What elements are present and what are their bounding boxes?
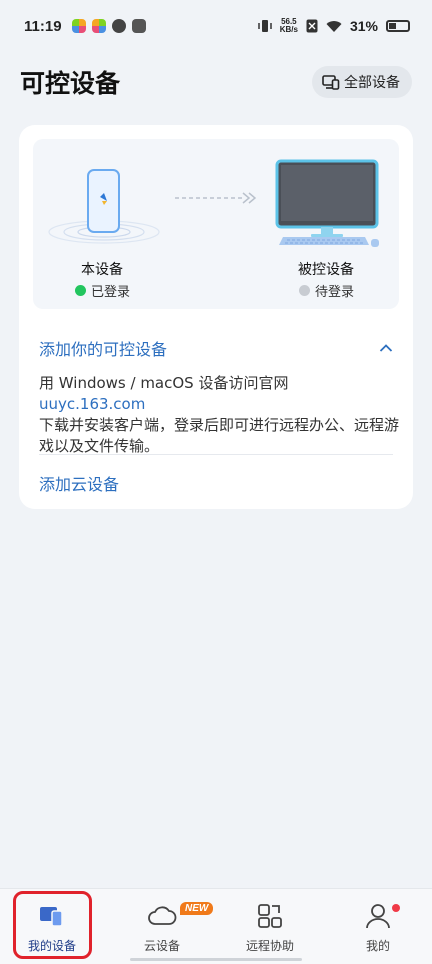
net-speed-unit: KB/s — [279, 25, 298, 34]
add-device-description: 用 Windows / macOS 设备访问官网 uuyc.163.com 下载… — [39, 373, 399, 457]
cloud-icon — [148, 906, 177, 925]
nav-label-remote-assist: 远程协助 — [245, 939, 294, 953]
remote-assist-icon — [258, 904, 282, 928]
chevron-up-icon[interactable] — [379, 343, 393, 353]
nav-label-cloud-devices: 云设备 — [143, 939, 180, 953]
controlled-device-label: 被控设备 — [298, 262, 354, 278]
sim-off-icon — [306, 19, 318, 33]
home-indicator — [130, 958, 302, 961]
this-device-label: 本设备 — [81, 262, 123, 278]
online-dot — [75, 285, 86, 296]
highlight-box — [13, 891, 92, 959]
this-device-status: 已登录 — [75, 281, 130, 300]
app-notification-icon — [91, 19, 106, 33]
controllable-devices-card: 本设备 已登录 被控设备 待登录 添加你的可控设备 用 Windows / ma… — [19, 125, 413, 509]
website-link[interactable]: uuyc.163.com — [39, 395, 145, 413]
add-controllable-device-toggle[interactable]: 添加你的可控设备 — [39, 335, 393, 361]
connection-illustration: 本设备 已登录 被控设备 待登录 — [33, 139, 399, 309]
vibrate-icon — [257, 20, 272, 32]
status-bar-left: 11:19 — [24, 18, 146, 35]
computer-illustration-icon — [275, 159, 379, 247]
controlled-device-status: 待登录 — [299, 281, 354, 300]
all-devices-label: 全部设备 — [344, 75, 400, 91]
message-app-icon — [131, 19, 146, 33]
devices-icon — [322, 75, 340, 90]
wifi-icon — [326, 20, 342, 32]
offline-dot — [299, 285, 310, 296]
nav-remote-assist[interactable]: 远程协助 — [230, 897, 310, 957]
notification-dot — [392, 904, 400, 912]
status-bar-right: 56.5 KB/s 31% — [257, 18, 410, 34]
description-text-continued: 下载并安装客户端，登录后即可进行远程办公、远程游戏以及文件传输。 — [39, 416, 400, 455]
status-time: 11:19 — [24, 17, 62, 35]
link-app-icon — [111, 19, 126, 33]
battery-icon — [386, 20, 410, 32]
all-devices-button[interactable]: 全部设备 — [312, 66, 412, 98]
nav-me[interactable]: 我的 — [338, 897, 418, 957]
add-controllable-device-title: 添加你的可控设备 — [39, 340, 168, 359]
connection-arrow-icon — [175, 192, 257, 204]
nav-label-me: 我的 — [365, 939, 390, 953]
phone-illustration-icon — [48, 169, 160, 244]
description-text: 用 Windows / macOS 设备访问官网 — [39, 374, 289, 392]
this-device-status-text: 已登录 — [91, 285, 131, 300]
page-title: 可控设备 — [20, 69, 121, 98]
new-badge: NEW — [180, 902, 214, 915]
controlled-device-status-text: 待登录 — [315, 285, 355, 300]
page-header: 可控设备 全部设备 — [0, 60, 432, 104]
divider — [39, 454, 393, 455]
profile-icon — [366, 904, 390, 929]
net-speed: 56.5 KB/s — [280, 18, 298, 34]
status-bar: 11:19 56.5 KB/s 31% — [0, 0, 432, 52]
battery-percent: 31% — [349, 18, 378, 34]
app-notification-icon — [71, 19, 86, 33]
add-cloud-device-link[interactable]: 添加云设备 — [39, 471, 119, 495]
